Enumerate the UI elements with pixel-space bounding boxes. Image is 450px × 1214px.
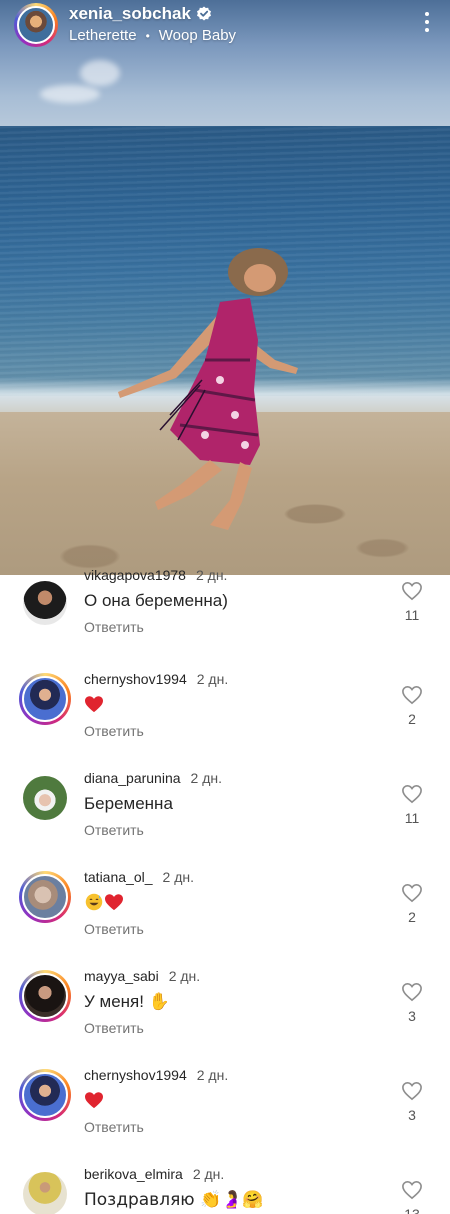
comment-time: 2 дн. [196,1067,229,1083]
comment-text: Беременна [84,794,173,813]
commenter-avatar[interactable] [19,577,71,629]
comment-text-body: Поздравляю 👏🤰🤗 [84,1190,264,1210]
commenter-username[interactable]: mayya_sabi [84,968,159,984]
comment-item: mayya_sabi 2 дн. У меня! ✋ Ответить 3 [0,962,450,1060]
reply-button[interactable]: Ответить [84,1020,144,1036]
author-avatar[interactable] [14,3,58,47]
comment-time: 2 дн. [195,567,228,583]
commenter-avatar[interactable] [19,970,71,1022]
comment-time: 2 дн. [192,1166,225,1182]
like-control[interactable]: 11 [398,581,426,623]
comment-text [84,695,104,716]
like-control[interactable]: 3 [398,982,426,1024]
more-options-icon[interactable] [424,12,430,34]
comment-item: tatiana_ol_ 2 дн. Ответить 2 [0,863,450,961]
like-count: 11 [404,607,420,623]
commenter-avatar[interactable] [19,1069,71,1121]
like-control[interactable]: 3 [398,1081,426,1123]
commenter-username[interactable]: vikagapova1978 [84,567,186,583]
commenter-username[interactable]: diana_parunina [84,770,181,786]
comment-text: Поздравляю 👏🤰🤗 [84,1190,264,1210]
comment-time: 2 дн. [168,968,201,984]
like-control[interactable]: 2 [398,883,426,925]
like-count: 11 [404,810,420,826]
red-heart-emoji-icon [85,1092,103,1109]
commenter-avatar[interactable] [19,1168,71,1214]
heart-outline-icon[interactable] [401,1081,423,1101]
like-count: 2 [408,909,416,925]
heart-outline-icon[interactable] [401,982,423,1002]
commenter-avatar[interactable] [19,673,71,725]
commenter-username[interactable]: chernyshov1994 [84,1067,187,1083]
reply-button[interactable]: Ответить [84,921,144,937]
comment-time: 2 дн. [162,869,194,885]
comment-item: diana_parunina 2 дн. Беременна Ответить … [0,764,450,862]
verified-badge-icon [196,6,211,21]
commenter-username[interactable]: tatiana_ol_ [84,869,153,885]
reply-button[interactable]: Ответить [84,619,144,635]
woman-figure [118,248,298,530]
reply-button[interactable]: Ответить [84,822,144,838]
commenter-avatar[interactable] [19,871,71,923]
red-heart-emoji-icon [85,696,103,713]
comment-text [84,893,124,914]
author-username[interactable]: xenia_sobchak [69,4,191,24]
grinning-sweat-emoji-icon [85,893,103,911]
reply-button[interactable]: Ответить [84,1119,144,1135]
comment-item: chernyshov1994 2 дн. Ответить 3 [0,1061,450,1159]
reply-button[interactable]: Ответить [84,723,144,739]
like-count: 13 [404,1206,420,1214]
comment-time: 2 дн. [190,770,222,786]
separator: • [145,29,150,43]
like-control[interactable]: 13 [398,1180,426,1214]
comment-text-body: У меня! ✋ [84,992,170,1011]
comment-item: chernyshov1994 2 дн. Ответить 2 [0,665,450,763]
heart-outline-icon[interactable] [401,581,423,601]
like-count: 3 [408,1008,416,1024]
cloud [40,85,100,103]
comment-text [84,1091,104,1112]
heart-outline-icon[interactable] [401,784,423,804]
comment-text: О она беременна) [84,591,228,610]
post-header: xenia_sobchak Letherette • Woop Baby [0,0,450,50]
comment-item: vikagapova1978 2 дн. О она беременна) От… [0,567,450,665]
like-count: 3 [408,1107,416,1123]
heart-outline-icon[interactable] [401,883,423,903]
like-control[interactable]: 2 [398,685,426,727]
red-heart-emoji-icon [105,894,123,911]
audio-artist: Letherette [69,27,137,44]
post-photo[interactable]: xenia_sobchak Letherette • Woop Baby [0,0,450,575]
comment-item: berikova_elmira 2 дн. Поздравляю 👏🤰🤗 13 [0,1160,450,1214]
commenter-username[interactable]: berikova_elmira [84,1166,183,1182]
commenter-username[interactable]: chernyshov1994 [84,671,187,687]
audio-info[interactable]: Letherette • Woop Baby [69,26,236,46]
like-count: 2 [408,711,416,727]
comment-time: 2 дн. [196,671,229,687]
cloud [80,60,120,86]
audio-track: Woop Baby [158,27,237,44]
comment-text: У меня! ✋ [84,992,170,1012]
heart-outline-icon[interactable] [401,685,423,705]
commenter-avatar[interactable] [19,772,71,824]
heart-outline-icon[interactable] [401,1180,423,1200]
like-control[interactable]: 11 [398,784,426,826]
